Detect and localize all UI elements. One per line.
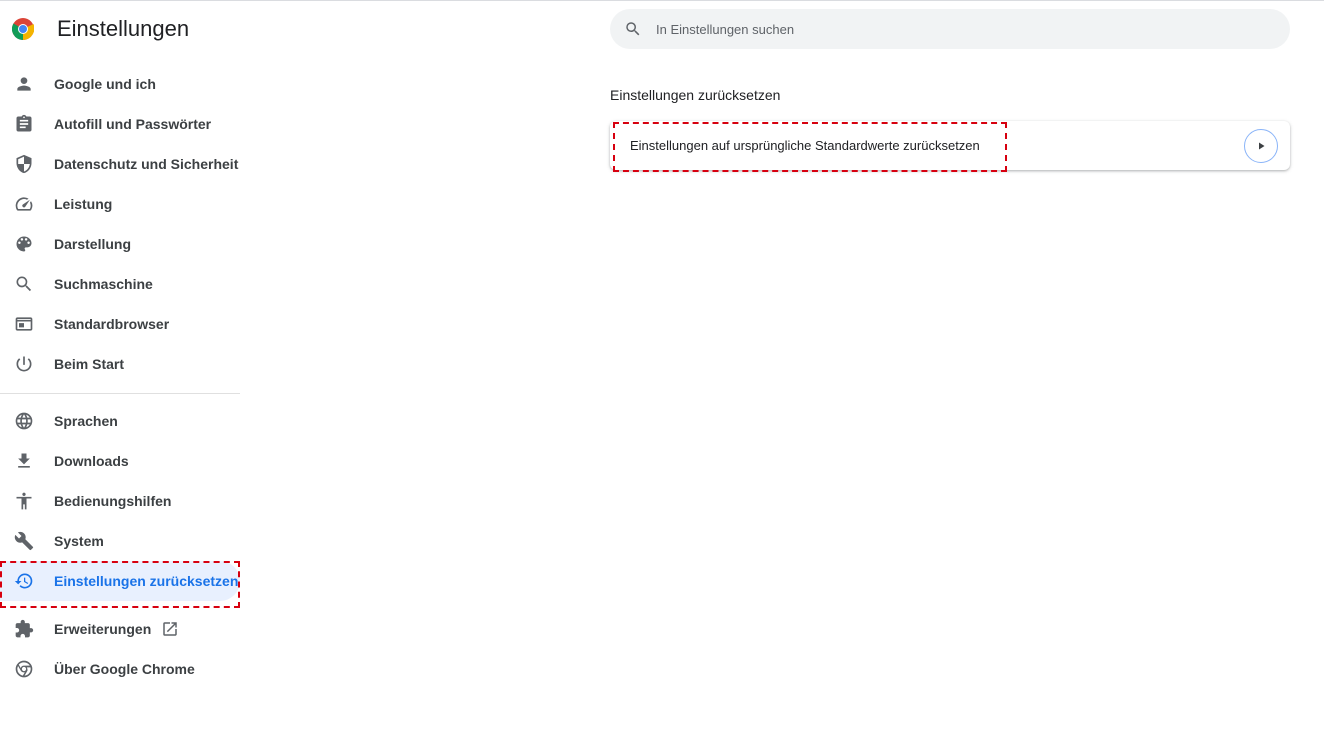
sidebar-item-autofill[interactable]: Autofill und Passwörter <box>0 104 240 144</box>
sidebar-item-label: Darstellung <box>54 236 132 252</box>
section-title: Einstellungen zurücksetzen <box>610 87 781 103</box>
clipboard-icon <box>14 114 34 134</box>
browser-window-icon <box>14 314 34 334</box>
sidebar-item-beim-start[interactable]: Beim Start <box>0 344 240 384</box>
sidebar-item-suchmaschine[interactable]: Suchmaschine <box>0 264 240 304</box>
sidebar-item-bedienungshilfen[interactable]: Bedienungshilfen <box>0 481 240 521</box>
sidebar-item-label: Einstellungen zurücksetzen <box>54 573 239 589</box>
sidebar-item-label: Suchmaschine <box>54 276 153 292</box>
sidebar-item-label: Sprachen <box>54 413 118 429</box>
search-bar[interactable] <box>610 9 1290 49</box>
page-title: Einstellungen <box>57 16 190 41</box>
sidebar-divider <box>0 384 240 401</box>
sidebar-item-leistung[interactable]: Leistung <box>0 184 240 224</box>
header: Einstellungen <box>0 0 600 58</box>
sidebar-item-label: Standardbrowser <box>54 316 170 332</box>
sidebar-item-label: Beim Start <box>54 356 125 372</box>
speedometer-icon <box>14 194 34 214</box>
sidebar-item-einstellungen-zuruecksetzen[interactable]: Einstellungen zurücksetzen <box>0 561 240 601</box>
download-icon <box>14 451 34 471</box>
sidebar-item-label: Über Google Chrome <box>54 661 195 677</box>
sidebar-item-ueber-chrome[interactable]: Über Google Chrome <box>0 649 240 689</box>
sidebar-item-label: Downloads <box>54 453 129 469</box>
open-in-new-icon <box>161 620 179 638</box>
sidebar-item-label: Datenschutz und Sicherheit <box>54 156 239 172</box>
search-input[interactable] <box>656 9 1256 49</box>
sidebar-item-sprachen[interactable]: Sprachen <box>0 401 240 441</box>
sidebar-item-downloads[interactable]: Downloads <box>0 441 240 481</box>
arrow-right-icon[interactable] <box>1244 129 1278 163</box>
sidebar-item-system[interactable]: System <box>0 521 240 561</box>
accessibility-icon <box>14 491 34 511</box>
sidebar-item-darstellung[interactable]: Darstellung <box>0 224 240 264</box>
palette-icon <box>14 234 34 254</box>
sidebar-item-datenschutz[interactable]: Datenschutz und Sicherheit <box>0 144 240 184</box>
person-icon <box>14 74 34 94</box>
sidebar-item-label: Google und ich <box>54 76 156 92</box>
puzzle-icon <box>14 619 34 639</box>
power-icon <box>14 354 34 374</box>
sidebar-item-label: Autofill und Passwörter <box>54 116 212 132</box>
sidebar-item-standardbrowser[interactable]: Standardbrowser <box>0 304 240 344</box>
sidebar-item-label: Erweiterungen <box>54 621 152 637</box>
chrome-icon <box>14 659 34 679</box>
sidebar: Google und ich Autofill und Passwörter D… <box>0 64 240 689</box>
wrench-icon <box>14 531 34 551</box>
reset-settings-card[interactable]: Einstellungen auf ursprüngliche Standard… <box>610 121 1290 170</box>
sidebar-item-label: Bedienungshilfen <box>54 493 172 509</box>
sidebar-item-google-und-ich[interactable]: Google und ich <box>0 64 240 104</box>
search-icon <box>14 274 34 294</box>
restore-history-icon <box>14 571 34 591</box>
chrome-logo-icon <box>11 18 35 40</box>
search-icon <box>624 20 642 38</box>
sidebar-item-erweiterungen[interactable]: Erweiterungen <box>0 609 240 649</box>
shield-icon <box>14 154 34 174</box>
sidebar-item-label: Leistung <box>54 196 113 212</box>
globe-icon <box>14 411 34 431</box>
sidebar-item-label: System <box>54 533 104 549</box>
reset-settings-label: Einstellungen auf ursprüngliche Standard… <box>630 138 980 153</box>
